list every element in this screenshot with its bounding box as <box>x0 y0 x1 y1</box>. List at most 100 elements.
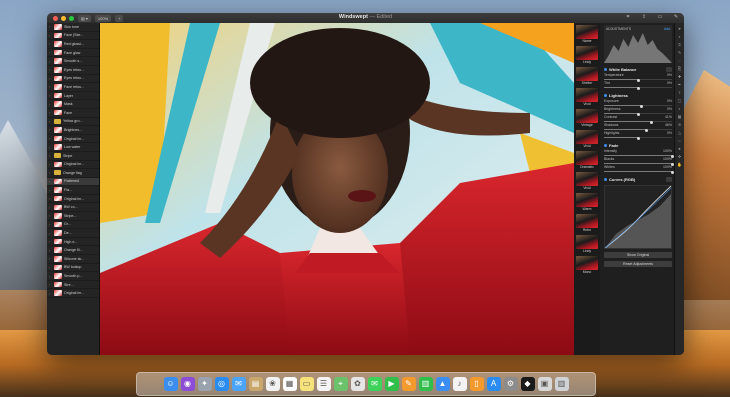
slider-row[interactable]: Brightness 0% <box>604 107 672 116</box>
curves-options-icon[interactable] <box>666 177 672 182</box>
expand-chevron-icon[interactable]: › <box>49 50 52 55</box>
expand-chevron-icon[interactable]: › <box>49 248 52 253</box>
expand-chevron-icon[interactable]: › <box>49 274 52 279</box>
expand-chevron-icon[interactable]: › <box>49 76 52 81</box>
numbers-icon[interactable]: ▥ <box>418 377 433 391</box>
layer-row[interactable]: › BW lookup <box>47 264 99 273</box>
show-original-button[interactable]: Show Original <box>604 252 672 258</box>
dodge-icon[interactable]: ○ <box>677 138 682 143</box>
expand-chevron-icon[interactable]: › <box>49 136 52 141</box>
reset-adjustments-button[interactable]: Reset Adjustments <box>604 261 672 267</box>
notes-icon[interactable]: ▭ <box>299 377 314 391</box>
preset-item[interactable]: Lindy <box>576 235 598 254</box>
keynote-icon[interactable]: ▲ <box>435 377 450 391</box>
preset-item[interactable]: Retro <box>576 214 598 233</box>
section-toggle-dot[interactable] <box>604 68 607 71</box>
slider-row[interactable]: Blacks 100% <box>604 157 674 166</box>
trash-icon[interactable]: ▥ <box>554 377 569 391</box>
system-preferences-icon[interactable]: ⚙ <box>503 377 518 391</box>
preset-item[interactable]: Vivid <box>576 88 598 107</box>
pages-icon[interactable]: ✎ <box>401 377 416 391</box>
layer-row[interactable]: › De... <box>47 229 99 238</box>
layer-row[interactable]: › Original im... <box>47 161 99 170</box>
expand-chevron-icon[interactable]: › <box>49 102 52 107</box>
expand-chevron-icon[interactable]: › <box>49 196 52 201</box>
layer-row[interactable]: › Stripe <box>47 152 99 161</box>
ibooks-icon[interactable]: ▯ <box>469 377 484 391</box>
brush-icon[interactable]: ✎ <box>677 50 682 55</box>
layer-row[interactable]: › High e... <box>47 238 99 247</box>
pen-icon[interactable]: ✒ <box>677 82 682 87</box>
expand-chevron-icon[interactable]: › <box>49 222 52 227</box>
finder-icon[interactable]: ☺ <box>163 377 178 391</box>
shape-icon[interactable]: ▢ <box>677 98 682 103</box>
expand-chevron-icon[interactable]: › <box>49 231 52 236</box>
reminders-icon[interactable]: ☰ <box>316 377 331 391</box>
facetime-icon[interactable]: ▶ <box>384 377 399 391</box>
slider-row[interactable]: Contrast 41% <box>604 115 672 124</box>
layer-row[interactable]: › Face <box>47 109 99 118</box>
preset-item[interactable]: Name <box>576 25 598 44</box>
slider-row[interactable]: Shadows 46% <box>604 123 672 132</box>
slider-row[interactable]: Highlights 0% <box>604 131 672 140</box>
expand-chevron-icon[interactable]: › <box>49 179 52 184</box>
window-icon[interactable]: ▭ <box>656 14 664 21</box>
contacts-icon[interactable]: ▤ <box>248 377 263 391</box>
slider-row[interactable]: Intensity 100% <box>604 149 674 158</box>
share-icon[interactable]: ⇪ <box>640 14 648 21</box>
layer-row[interactable]: › Stripe... <box>47 212 99 221</box>
preset-item[interactable]: Vintage <box>576 109 598 128</box>
gradient-icon[interactable]: ◐ <box>677 106 682 111</box>
slider-row[interactable]: Temperature 0% <box>604 73 672 82</box>
layer-row[interactable]: › Skin tone <box>47 23 99 32</box>
zoom-window-button[interactable] <box>69 15 74 21</box>
burn-icon[interactable]: ● <box>677 146 682 151</box>
layer-row[interactable]: › Brightnes... <box>47 126 99 135</box>
preset-item[interactable]: Shelter <box>576 67 598 86</box>
layer-row[interactable]: › Layer <box>47 92 99 101</box>
preset-item[interactable]: Dramatic <box>576 151 598 170</box>
layer-row[interactable]: › Face (Ske... <box>47 32 99 41</box>
blur-icon[interactable]: ≋ <box>677 122 682 127</box>
siri-icon[interactable]: ◉ <box>180 377 195 391</box>
expand-chevron-icon[interactable]: › <box>49 84 52 89</box>
add-adjustment-link[interactable]: Add <box>664 27 670 31</box>
expand-chevron-icon[interactable]: › <box>49 33 52 38</box>
sidebar-toggle-button[interactable]: ▤ ▾ <box>78 14 91 22</box>
expand-chevron-icon[interactable]: › <box>49 110 52 115</box>
preview-icon[interactable]: ▣ <box>537 377 552 391</box>
heal-icon[interactable]: ✚ <box>677 74 682 79</box>
pixelmator-icon[interactable]: ◆ <box>520 377 535 391</box>
preset-item[interactable]: Vivid <box>576 130 598 149</box>
add-layer-button[interactable]: + <box>115 14 124 22</box>
expand-chevron-icon[interactable]: › <box>49 256 52 261</box>
layer-row[interactable]: › Original im... <box>47 195 99 204</box>
photos-icon[interactable]: ❀ <box>265 377 280 391</box>
expand-chevron-icon[interactable]: › <box>49 265 52 270</box>
layer-row[interactable]: › Smooth p... <box>47 272 99 281</box>
expand-chevron-icon[interactable]: › <box>49 93 52 98</box>
messages-icon[interactable]: ✉ <box>367 377 382 391</box>
expand-chevron-icon[interactable]: › <box>49 213 52 218</box>
layer-row[interactable]: › Smooth s... <box>47 57 99 66</box>
layer-row[interactable]: › Low water <box>47 143 99 152</box>
slider-row[interactable]: Whites 100% <box>604 165 674 174</box>
layer-row[interactable]: › Eyes retou... <box>47 75 99 84</box>
section-toggle-dot[interactable] <box>604 144 607 147</box>
preset-item[interactable]: Warm <box>576 193 598 212</box>
expand-chevron-icon[interactable]: › <box>49 153 52 158</box>
slider-knob[interactable] <box>636 136 640 140</box>
fill-icon[interactable]: ▦ <box>677 114 682 119</box>
layer-row[interactable]: › Yellow gro... <box>47 118 99 127</box>
layer-row[interactable]: › Mask <box>47 100 99 109</box>
crop-icon[interactable]: ⌗ <box>677 42 682 47</box>
expand-chevron-icon[interactable]: › <box>49 282 52 287</box>
minimize-window-button[interactable] <box>61 15 66 21</box>
preset-item[interactable]: Vivid <box>576 172 598 191</box>
expand-chevron-icon[interactable]: › <box>49 24 52 29</box>
layer-row[interactable]: › Original im... <box>47 289 99 298</box>
color-picker-icon[interactable]: ✜ <box>677 154 682 159</box>
layer-row[interactable]: › Flattened <box>47 177 99 187</box>
layer-row[interactable]: › Gr... <box>47 221 99 230</box>
preset-item[interactable]: Lindy <box>576 46 598 65</box>
